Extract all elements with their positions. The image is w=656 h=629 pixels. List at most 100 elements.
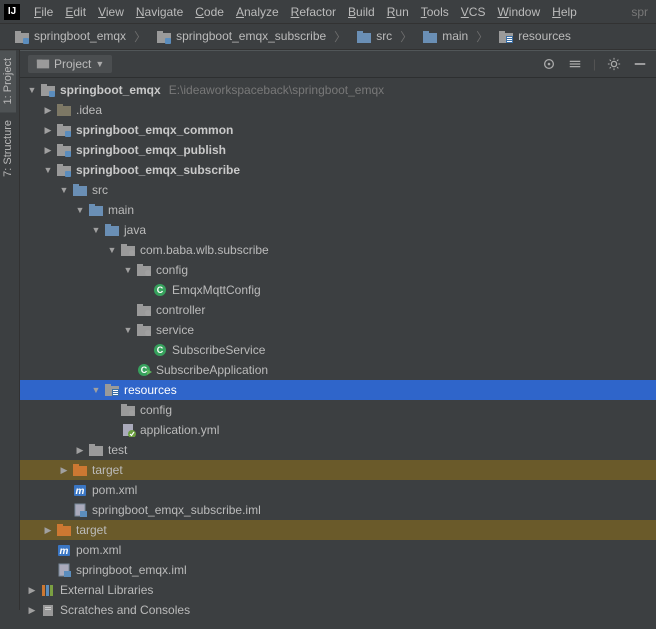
folder-blue-icon xyxy=(104,223,120,237)
tree-node-label: resources xyxy=(124,383,177,397)
folder-blue-icon xyxy=(88,203,104,217)
svg-text:C: C xyxy=(157,345,164,355)
breadcrumb-item[interactable]: springboot_emqx_subscribe xyxy=(150,27,330,46)
tool-tab-structure[interactable]: 7: Structure xyxy=(0,112,16,185)
menu-items: FileEditViewNavigateCodeAnalyzeRefactorB… xyxy=(28,3,583,21)
tree-node[interactable]: src xyxy=(20,180,656,200)
breadcrumb-item[interactable]: resources xyxy=(492,27,575,46)
hide-icon[interactable] xyxy=(632,56,648,72)
menu-navigate[interactable]: Navigate xyxy=(130,3,189,21)
breadcrumb-item[interactable]: springboot_emqx xyxy=(8,27,130,46)
tree-node-label: springboot_emqx_publish xyxy=(76,143,226,157)
gear-icon[interactable] xyxy=(606,56,622,72)
scratch-icon xyxy=(40,603,56,617)
tree-node[interactable]: target xyxy=(20,520,656,540)
tree-node[interactable]: resources xyxy=(20,380,656,400)
expand-arrow-icon[interactable] xyxy=(42,105,54,116)
breadcrumb-item[interactable]: main xyxy=(416,27,472,46)
expand-arrow-icon[interactable] xyxy=(26,605,38,616)
tree-node[interactable]: C EmqxMqttConfig xyxy=(20,280,656,300)
tree-node[interactable]: springboot_emqx E:\ideaworkspaceback\spri… xyxy=(20,80,656,100)
tree-node[interactable]: springboot_emqx_common xyxy=(20,120,656,140)
tree-node[interactable]: application.yml xyxy=(20,420,656,440)
expand-arrow-icon[interactable] xyxy=(42,525,54,536)
svg-text:C: C xyxy=(157,285,164,295)
tree-node[interactable]: service xyxy=(20,320,656,340)
breadcrumb-item[interactable]: src xyxy=(350,27,396,46)
tree-node-label: service xyxy=(156,323,194,337)
expand-arrow-icon[interactable] xyxy=(42,165,54,175)
expand-arrow-icon[interactable] xyxy=(26,585,38,596)
locate-icon[interactable] xyxy=(541,56,557,72)
tree-node[interactable]: External Libraries xyxy=(20,580,656,600)
package-icon xyxy=(136,303,152,317)
expand-arrow-icon[interactable] xyxy=(26,85,38,95)
menu-vcs[interactable]: VCS xyxy=(455,3,492,21)
menu-view[interactable]: View xyxy=(92,3,130,21)
tree-node-label: EmqxMqttConfig xyxy=(172,283,261,297)
tree-node[interactable]: springboot_emqx_subscribe.iml xyxy=(20,500,656,520)
menu-edit[interactable]: Edit xyxy=(59,3,92,21)
expand-arrow-icon[interactable] xyxy=(42,145,54,156)
menu-run[interactable]: Run xyxy=(381,3,415,21)
tree-node-label: springboot_emqx.iml xyxy=(76,563,187,577)
expand-arrow-icon[interactable] xyxy=(58,465,70,476)
tree-node[interactable]: springboot_emqx.iml xyxy=(20,560,656,580)
expand-arrow-icon[interactable] xyxy=(106,245,118,255)
module-icon xyxy=(40,83,56,97)
module-icon xyxy=(56,163,72,177)
iml-icon xyxy=(56,563,72,577)
menu-refactor[interactable]: Refactor xyxy=(285,3,342,21)
module-icon xyxy=(156,30,172,44)
tree-node[interactable]: mpom.xml xyxy=(20,480,656,500)
tree-node[interactable]: springboot_emqx_publish xyxy=(20,140,656,160)
expand-arrow-icon[interactable] xyxy=(90,225,102,235)
menu-build[interactable]: Build xyxy=(342,3,381,21)
tree-node[interactable]: CSubscribeApplication xyxy=(20,360,656,380)
folder-blue-icon xyxy=(72,183,88,197)
expand-arrow-icon[interactable] xyxy=(58,185,70,195)
expand-arrow-icon[interactable] xyxy=(74,205,86,215)
folder-res-icon xyxy=(498,30,514,44)
tree-node[interactable]: .idea xyxy=(20,100,656,120)
tree-node[interactable]: config xyxy=(20,400,656,420)
menu-window[interactable]: Window xyxy=(491,3,546,21)
tree-node[interactable]: Scratches and Consoles xyxy=(20,600,656,620)
tree-node[interactable]: main xyxy=(20,200,656,220)
project-tool-window: Project ▼ | springboot_emqxE:\ideaworksp… xyxy=(20,50,656,629)
tree-node-label: springboot_emqx xyxy=(60,83,161,97)
tree-node-hint: E:\ideaworkspaceback\springboot_emqx xyxy=(169,83,384,97)
tree-node[interactable]: config xyxy=(20,260,656,280)
tree-node[interactable]: test xyxy=(20,440,656,460)
svg-text:m: m xyxy=(76,486,85,497)
tree-node-label: target xyxy=(92,463,123,477)
menu-tools[interactable]: Tools xyxy=(415,3,455,21)
tree-node[interactable]: CSubscribeService xyxy=(20,340,656,360)
menu-help[interactable]: Help xyxy=(546,3,583,21)
class-run-icon: C xyxy=(136,363,152,377)
tree-node-label: Scratches and Consoles xyxy=(60,603,190,617)
tree-node[interactable]: target xyxy=(20,460,656,480)
tree-node[interactable]: com.baba.wlb.subscribe xyxy=(20,240,656,260)
expand-arrow-icon[interactable] xyxy=(90,385,102,395)
expand-arrow-icon[interactable] xyxy=(122,325,134,335)
expand-arrow-icon[interactable] xyxy=(74,445,86,456)
menu-analyze[interactable]: Analyze xyxy=(230,3,285,21)
tool-window-stripe: 1: Project7: Structure xyxy=(0,50,20,610)
tree-node[interactable]: springboot_emqx_subscribe xyxy=(20,160,656,180)
tree-node[interactable]: controller xyxy=(20,300,656,320)
folder-blue-icon xyxy=(422,30,438,44)
project-tree[interactable]: springboot_emqx E:\ideaworkspaceback\spri… xyxy=(20,78,656,629)
menu-file[interactable]: File xyxy=(28,3,59,21)
menu-code[interactable]: Code xyxy=(189,3,230,21)
tree-node[interactable]: mpom.xml xyxy=(20,540,656,560)
module-icon xyxy=(56,123,72,137)
tree-node[interactable]: java xyxy=(20,220,656,240)
collapse-all-icon[interactable] xyxy=(567,56,583,72)
expand-arrow-icon[interactable] xyxy=(122,265,134,275)
tool-tab-project[interactable]: 1: Project xyxy=(0,50,16,112)
project-view-selector[interactable]: Project ▼ xyxy=(28,55,112,73)
expand-arrow-icon[interactable] xyxy=(42,125,54,136)
svg-text:C: C xyxy=(141,365,148,375)
package-icon xyxy=(120,243,136,257)
